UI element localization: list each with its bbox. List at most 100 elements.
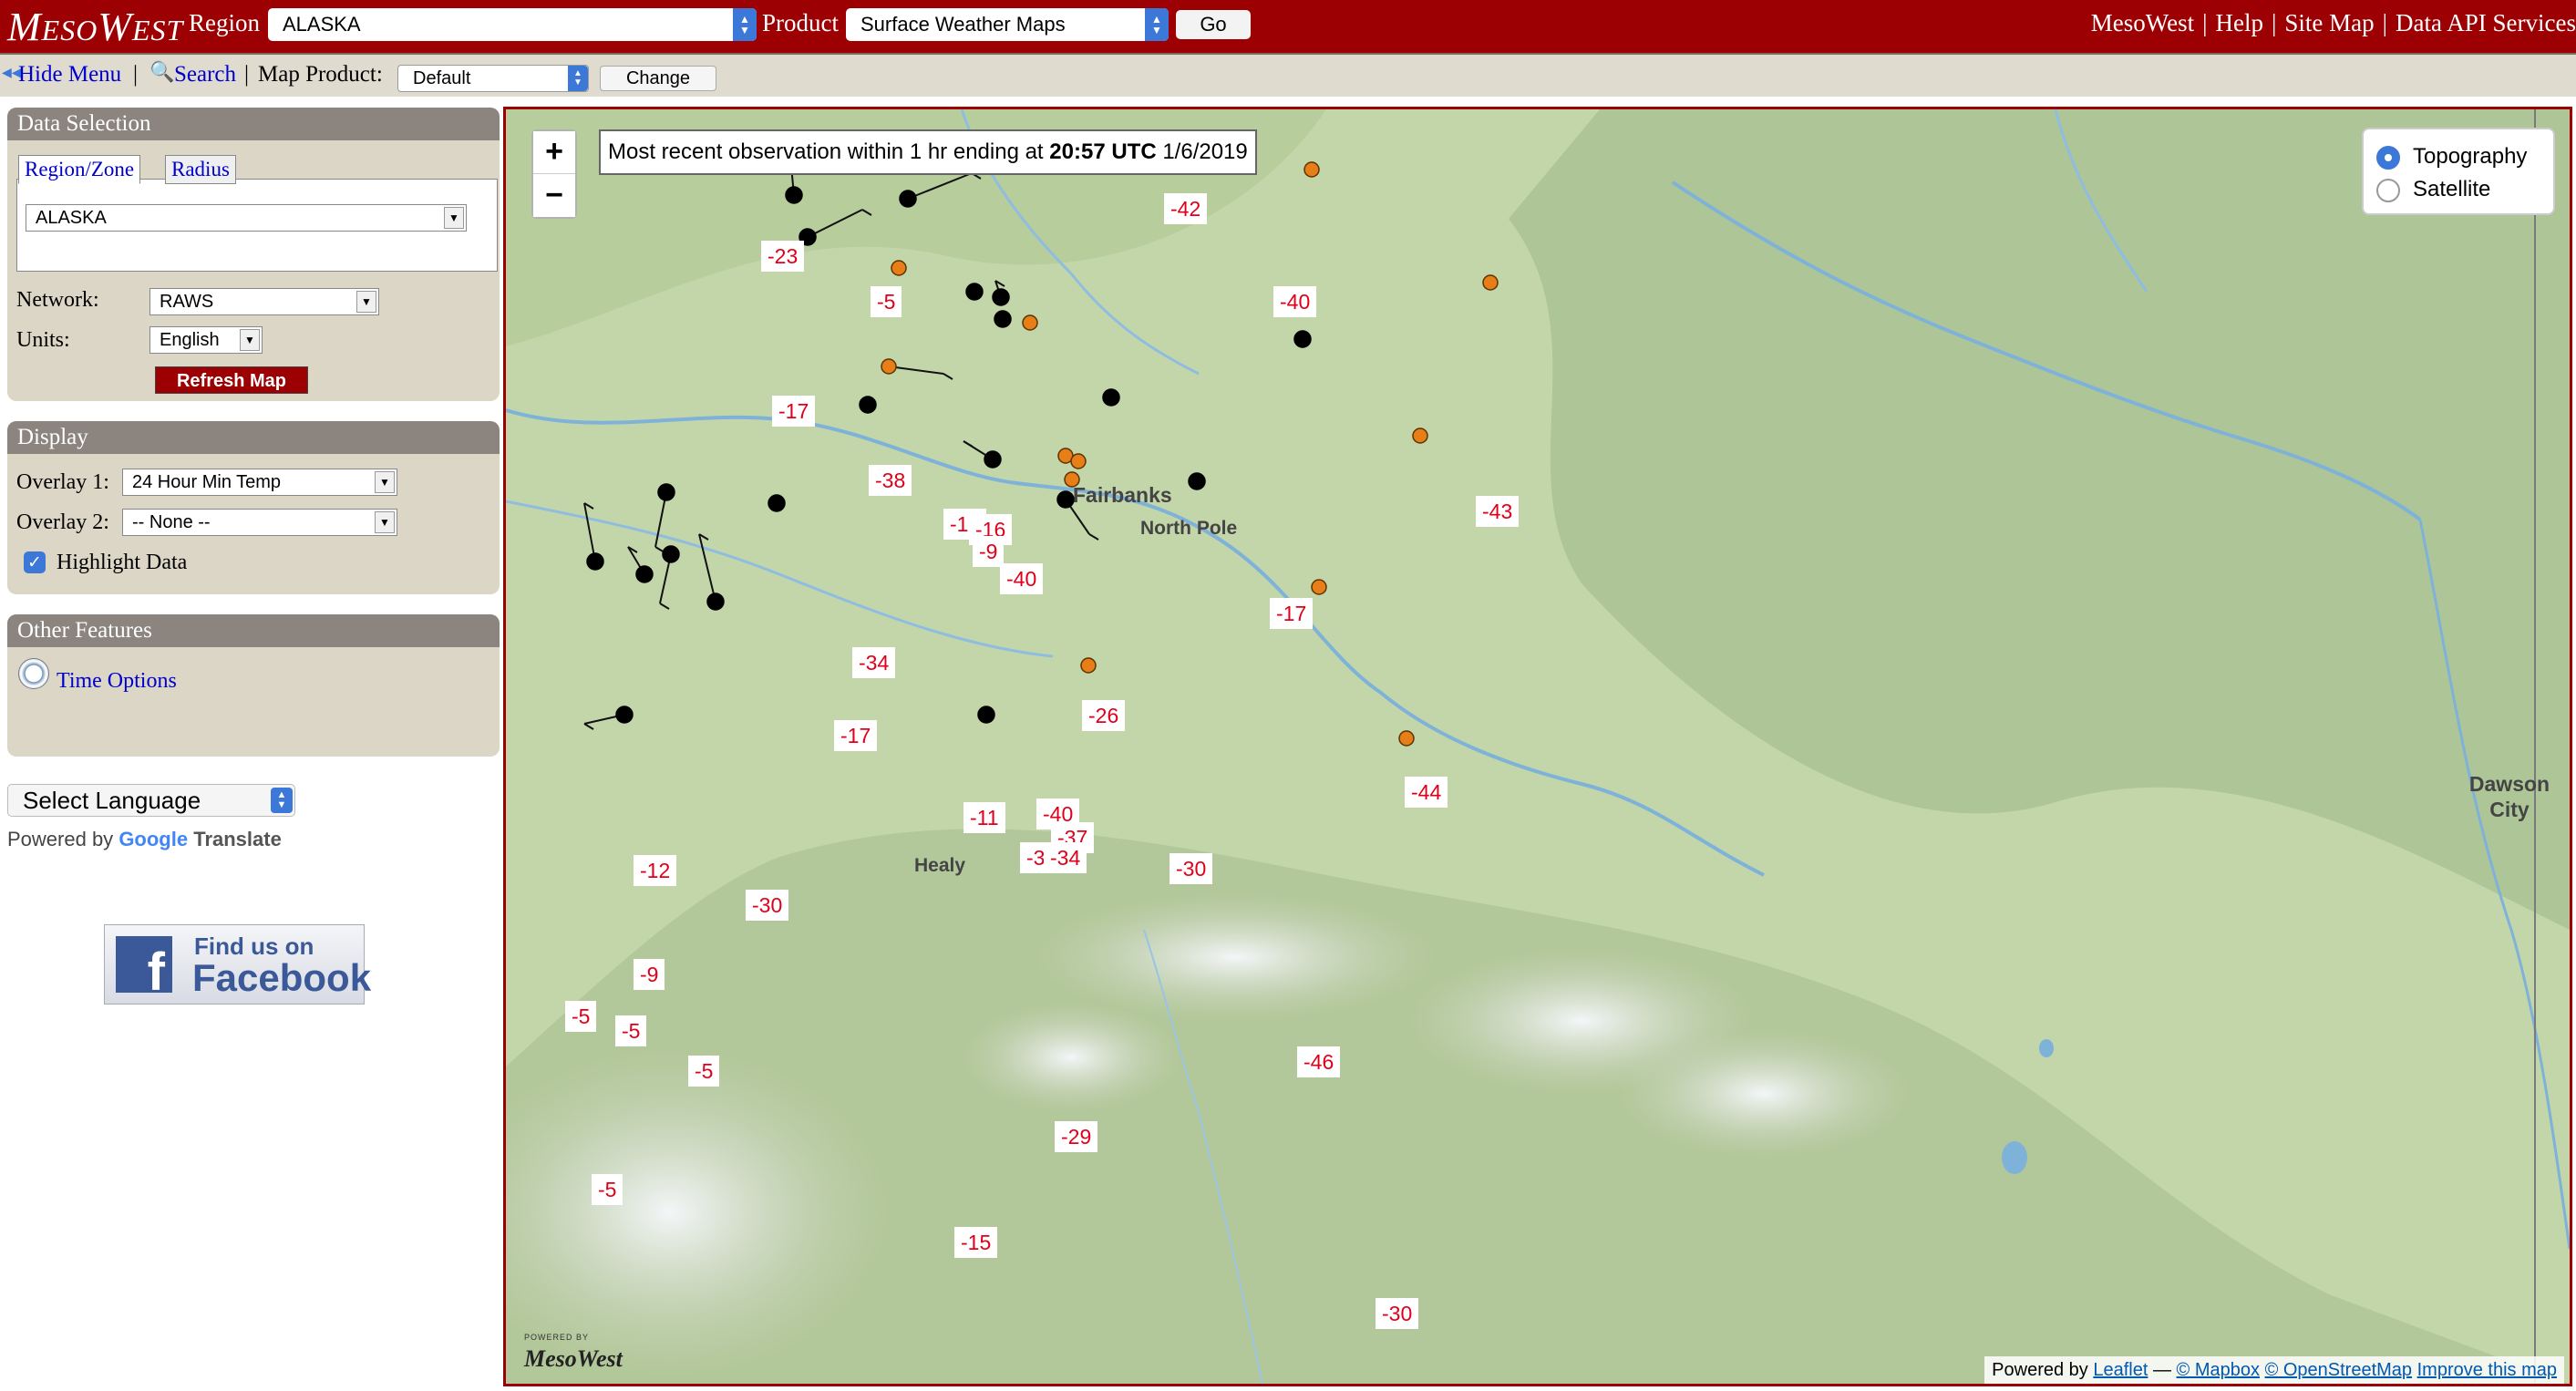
- overlay1-select[interactable]: 24 Hour Min Temp ▼: [122, 469, 397, 496]
- link-data-api[interactable]: Data API Services: [2396, 9, 2576, 36]
- cold-station-marker[interactable]: [891, 260, 907, 276]
- temperature-label[interactable]: -40: [1273, 286, 1317, 317]
- temperature-label[interactable]: -9: [634, 959, 665, 990]
- station-marker[interactable]: [785, 186, 803, 204]
- highlight-data-checkbox[interactable]: ✓: [24, 551, 46, 573]
- zoom-in-button[interactable]: +: [533, 131, 575, 174]
- improve-map-link[interactable]: Improve this map: [2417, 1360, 2557, 1380]
- satellite-label[interactable]: Satellite: [2413, 177, 2490, 202]
- mesowest-watermark: POWERED BY MesoWest: [524, 1333, 623, 1373]
- satellite-radio[interactable]: [2376, 179, 2400, 202]
- temperature-label[interactable]: -11: [963, 802, 1005, 833]
- station-marker[interactable]: [1056, 490, 1075, 509]
- link-help[interactable]: Help: [2216, 9, 2263, 36]
- temperature-label[interactable]: -23: [761, 241, 805, 272]
- magnifier-icon[interactable]: 🔍: [149, 60, 174, 84]
- time-options-link[interactable]: Time Options: [57, 669, 177, 694]
- station-marker[interactable]: [965, 283, 984, 301]
- station-marker[interactable]: [657, 483, 675, 501]
- cold-station-marker[interactable]: [1080, 657, 1097, 674]
- temperature-label[interactable]: -5: [592, 1174, 623, 1205]
- overlay2-select[interactable]: -- None -- ▼: [122, 509, 397, 536]
- cold-station-marker[interactable]: [881, 358, 897, 375]
- temperature-label[interactable]: -26: [1082, 700, 1126, 731]
- refresh-map-button[interactable]: Refresh Map: [155, 366, 308, 394]
- cold-station-marker[interactable]: [1412, 428, 1428, 444]
- temperature-label[interactable]: -30: [1170, 853, 1213, 884]
- units-select[interactable]: English ▼: [149, 326, 263, 354]
- go-button[interactable]: Go: [1176, 10, 1251, 39]
- topography-label[interactable]: Topography: [2413, 144, 2527, 170]
- temperature-label[interactable]: -15: [954, 1227, 998, 1258]
- temperature-label[interactable]: -9: [973, 536, 1005, 567]
- station-marker[interactable]: [662, 545, 680, 563]
- weather-map[interactable]: + − Most recent observation within 1 hr …: [503, 107, 2572, 1386]
- translate-link[interactable]: Translate: [193, 828, 282, 850]
- temperature-label[interactable]: -44: [1405, 777, 1448, 808]
- product-select[interactable]: Surface Weather Maps ▲ ▼: [846, 8, 1169, 41]
- map-product-select[interactable]: Default ▲ ▼: [397, 65, 589, 92]
- station-marker[interactable]: [635, 565, 654, 583]
- temperature-label[interactable]: -12: [634, 855, 677, 886]
- temperature-label[interactable]: -43: [1476, 496, 1520, 527]
- temperature-label[interactable]: -30: [746, 890, 789, 921]
- station-marker[interactable]: [1188, 472, 1206, 490]
- clock-icon[interactable]: [18, 658, 49, 689]
- temperature-label[interactable]: -34: [852, 647, 896, 678]
- region-select[interactable]: ALASKA ▲ ▼: [268, 8, 757, 41]
- station-marker[interactable]: [984, 450, 1002, 469]
- cold-station-marker[interactable]: [1303, 161, 1320, 178]
- temperature-label[interactable]: -46: [1297, 1046, 1341, 1077]
- change-button[interactable]: Change: [600, 66, 716, 91]
- network-select[interactable]: RAWS ▼: [149, 288, 379, 315]
- station-marker[interactable]: [586, 552, 604, 571]
- place-dawson-city: Dawson City: [2468, 772, 2550, 821]
- cold-station-marker[interactable]: [1398, 730, 1415, 747]
- google-logo[interactable]: Google: [118, 828, 188, 850]
- link-mesowest[interactable]: MesoWest: [2091, 9, 2194, 36]
- facebook-button[interactable]: f Find us on Facebook: [104, 924, 371, 1005]
- cold-station-marker[interactable]: [1482, 274, 1499, 291]
- leaflet-link[interactable]: Leaflet: [2093, 1360, 2148, 1380]
- topography-radio[interactable]: [2376, 146, 2400, 170]
- station-marker[interactable]: [859, 396, 877, 414]
- tab-region-zone[interactable]: Region/Zone: [18, 155, 141, 184]
- temperature-label[interactable]: -5: [688, 1056, 720, 1087]
- station-marker[interactable]: [1293, 330, 1312, 348]
- temperature-label[interactable]: -29: [1055, 1121, 1098, 1152]
- mesowest-logo[interactable]: MESOWEST: [7, 4, 183, 50]
- temperature-label[interactable]: -38: [869, 465, 912, 496]
- mapbox-link[interactable]: © Mapbox: [2177, 1360, 2260, 1380]
- temperature-label[interactable]: -5: [871, 286, 902, 317]
- language-select[interactable]: Select Language ▲ ▼: [7, 784, 295, 817]
- zoom-out-button[interactable]: −: [533, 175, 575, 217]
- watermark-text: MesoWest: [524, 1345, 623, 1372]
- cold-station-marker[interactable]: [1070, 453, 1087, 469]
- temperature-label[interactable]: -17: [1270, 598, 1314, 629]
- temperature-label[interactable]: -5: [565, 1001, 597, 1032]
- temperature-label[interactable]: -17: [772, 396, 816, 427]
- station-marker[interactable]: [615, 706, 634, 724]
- station-marker[interactable]: [768, 494, 786, 512]
- station-marker[interactable]: [1102, 388, 1120, 407]
- osm-link[interactable]: © OpenStreetMap: [2265, 1360, 2412, 1380]
- temperature-label[interactable]: -30: [1376, 1298, 1419, 1329]
- station-marker[interactable]: [899, 190, 917, 208]
- cold-station-marker[interactable]: [1311, 579, 1327, 595]
- station-marker[interactable]: [994, 310, 1012, 328]
- search-link[interactable]: Search: [174, 62, 236, 88]
- temperature-label[interactable]: -34: [1044, 842, 1087, 873]
- cold-station-marker[interactable]: [1022, 314, 1038, 331]
- tab-radius[interactable]: Radius: [165, 155, 236, 184]
- temperature-label[interactable]: -5: [615, 1015, 647, 1046]
- station-marker[interactable]: [706, 592, 725, 611]
- region-zone-select[interactable]: ALASKA ▼: [26, 204, 467, 232]
- station-marker[interactable]: [977, 706, 995, 724]
- temperature-label[interactable]: -40: [1000, 563, 1044, 594]
- hide-menu-link[interactable]: Hide Menu: [18, 62, 121, 88]
- station-marker[interactable]: [992, 288, 1010, 306]
- temperature-label[interactable]: -17: [834, 720, 878, 751]
- link-site-map[interactable]: Site Map: [2284, 9, 2374, 36]
- map-product-value: Default: [413, 68, 471, 88]
- temperature-label[interactable]: -42: [1164, 193, 1208, 224]
